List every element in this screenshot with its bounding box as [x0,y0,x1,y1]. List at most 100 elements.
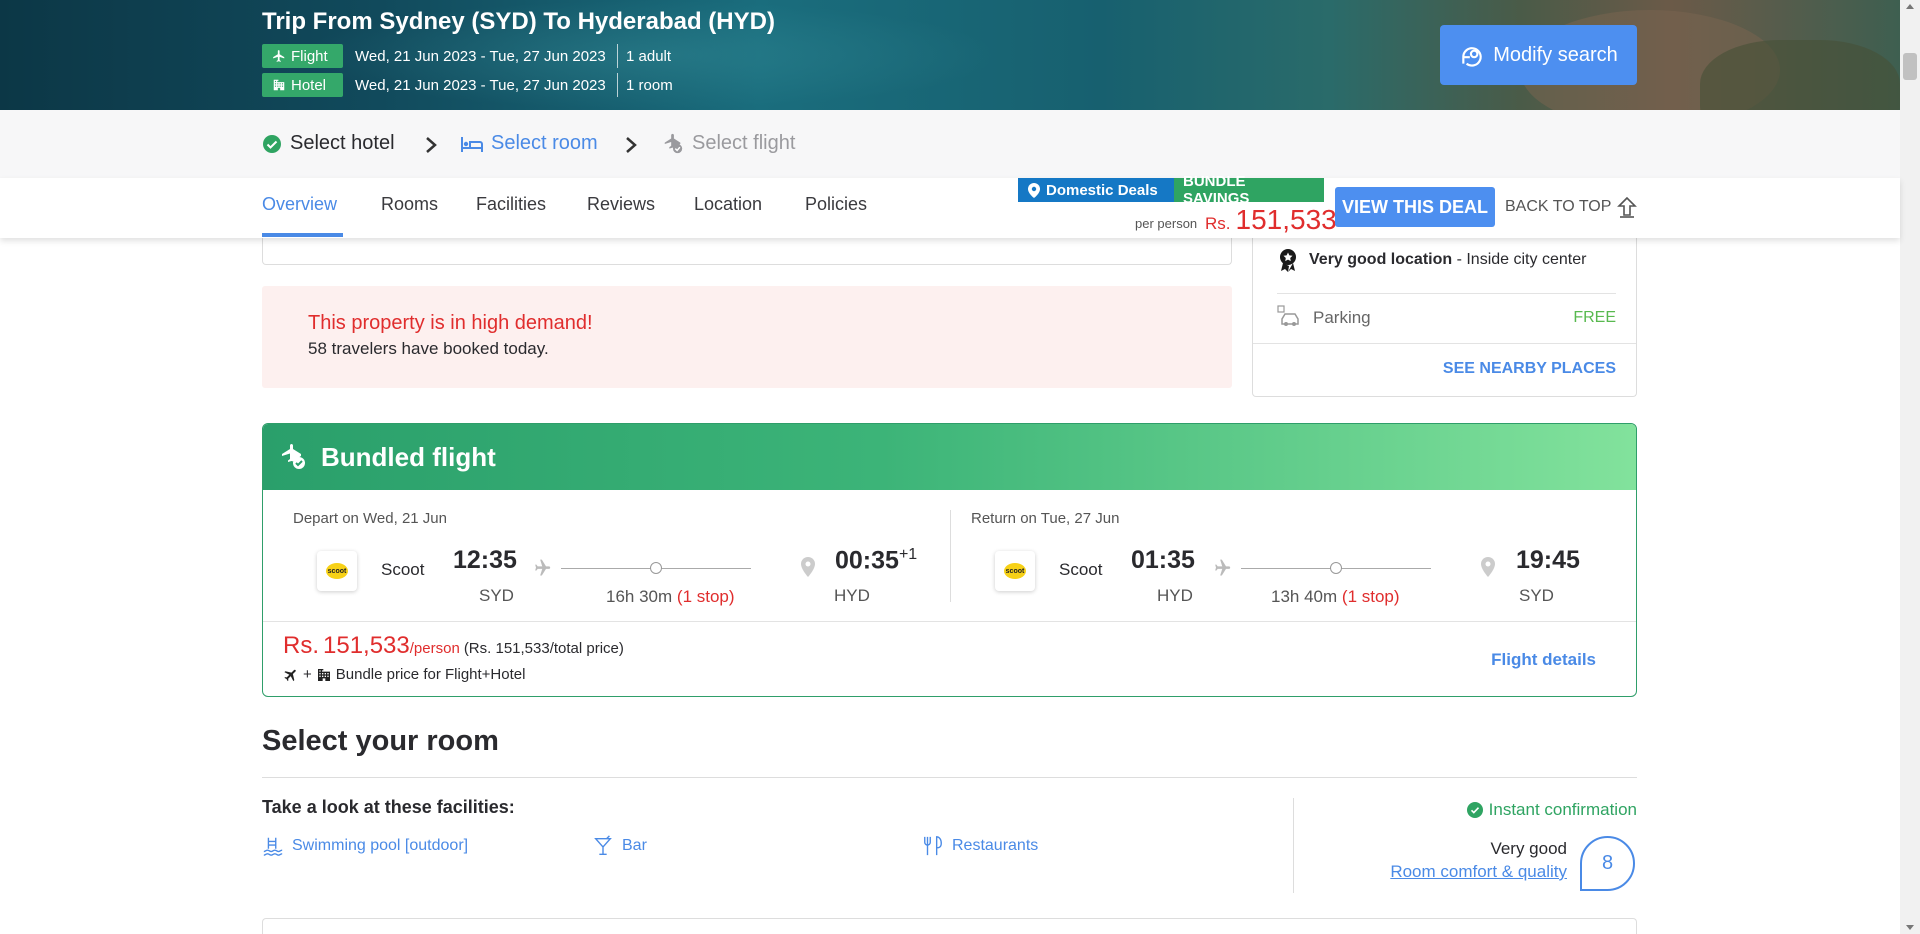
departure-time: 01:35 [1131,546,1195,574]
chevron-right-icon [426,137,437,153]
flight-duration: 13h 40m (1 stop) [1271,587,1400,607]
check-circle-icon [263,134,281,153]
rating-word: Very good [1490,839,1567,858]
price-currency: Rs. [1205,214,1231,233]
flight-duration-value: 16h 30m [606,587,673,606]
parking-car-icon [1277,305,1299,326]
bundle-price-total: (Rs. 151,533/total price) [463,640,624,657]
tab-rooms[interactable]: Rooms [381,194,438,215]
select-room-heading: Select your room [262,725,499,757]
high-demand-alert: This property is in high demand! 58 trav… [262,286,1232,388]
active-tab-indicator [262,233,343,237]
scroll-down-arrow-icon[interactable] [1906,925,1914,930]
step-label: Select flight [692,132,796,154]
bundled-flight-title: Bundled flight [321,441,496,472]
demand-headline: This property is in high demand! [308,312,593,334]
chevron-right-icon [626,137,637,153]
step-label: Select hotel [290,132,395,154]
hotel-dates: Wed, 21 Jun 2023 - Tue, 27 Jun 2023 [355,76,606,94]
check-circle-icon [1466,802,1483,818]
bundle-note-plus: + [303,666,312,683]
tab-facilities[interactable]: Facilities [476,194,546,215]
tab-overview[interactable]: Overview [262,194,337,215]
instant-confirmation-label: Instant confirmation [1488,800,1637,819]
flight-duration: 16h 30m (1 stop) [606,587,735,607]
plane-icon [273,50,285,62]
flight-legs: Depart on Wed, 21 Jun scoot Scoot 12:35 … [263,490,1636,622]
bundle-savings-badge: BUNDLE SAVINGS [1174,173,1324,207]
deal-badges: Domestic Deals BUNDLE SAVINGS [1018,173,1324,207]
divider [1293,798,1294,893]
room-card-top [262,918,1637,934]
flight-details-link[interactable]: Flight details [1491,650,1596,670]
step-select-hotel[interactable]: Select hotel [262,132,395,155]
demand-detail: 58 travelers have booked today. [308,339,549,359]
location-summary-card: Very good location - Inside city center … [1252,230,1637,397]
page-scrollbar[interactable] [1900,0,1920,934]
location-rating-text: Very good location - Inside city center [1309,251,1586,269]
demand-count: 58 [308,339,327,358]
flight-leg-depart: Depart on Wed, 21 Jun scoot Scoot 12:35 … [263,490,923,622]
step-select-room[interactable]: Select room [461,132,598,155]
location-rating-row: Very good location - Inside city center [1277,248,1586,272]
modify-search-button[interactable]: Modify search [1440,25,1637,85]
facility-restaurants[interactable]: Restaurants [922,835,1038,857]
flight-duration-value: 13h 40m [1271,587,1338,606]
bed-icon [461,136,483,152]
facilities-heading: Take a look at these facilities: [262,797,515,817]
scoot-logo-mark: scoot [1004,563,1026,579]
leg-heading: Return on Tue, 27 Jun [971,510,1120,527]
back-to-top-label: BACK TO TOP [1505,198,1612,215]
divider [617,73,618,97]
arrow-up-icon [1617,196,1638,218]
tab-reviews[interactable]: Reviews [587,194,655,215]
facility-swimming-pool[interactable]: Swimming pool [outdoor] [262,835,468,857]
booking-steps: Select hotel Select room Select flight [0,110,1900,178]
facility-bar[interactable]: Bar [592,835,647,857]
plane-check-icon [664,133,683,153]
scoot-logo-mark: scoot [326,563,348,579]
per-person-label: per person [1135,216,1198,231]
see-nearby-places-link[interactable]: SEE NEARBY PLACES [1443,360,1616,378]
tab-location[interactable]: Location [694,194,762,215]
bundled-flight-header: Bundled flight [263,424,1636,490]
departure-time: 12:35 [453,546,517,574]
plane-check-icon [282,444,305,469]
stop-marker [650,562,662,574]
step-select-flight[interactable]: Select flight [662,132,795,155]
flight-leg-return: Return on Tue, 27 Jun scoot Scoot 01:35 … [941,490,1601,622]
bundled-flight-card: Bundled flight Depart on Wed, 21 Jun sco… [262,423,1637,697]
location-rating-strong: Very good location [1309,251,1453,268]
view-deal-button[interactable]: VIEW THIS DEAL [1335,187,1495,227]
rating-score-badge: 8 [1580,836,1635,891]
plane-icon [284,669,296,681]
nav-price: Rs. 151,533 [1205,204,1337,236]
scoot-logo: scoot [317,551,357,591]
departure-airport: HYD [1157,586,1193,605]
back-to-top-link[interactable]: BACK TO TOP [1505,196,1638,218]
stop-marker [1330,562,1342,574]
scroll-thumb[interactable] [1903,53,1917,80]
divider [262,777,1637,778]
stop-count: (1 stop) [676,587,735,606]
parking-row: Parking FREE [1277,305,1616,331]
location-pin-icon [801,557,815,577]
arrival-airport: HYD [834,586,870,605]
demand-detail-text: travelers have booked today. [326,339,549,358]
facility-label: Bar [622,837,647,854]
hotel-summary-row: Hotel Wed, 21 Jun 2023 - Tue, 27 Jun 202… [262,73,673,97]
location-pin-icon [1028,182,1040,198]
cocktail-icon [594,835,612,855]
parking-label: Parking [1313,308,1371,327]
divider [1277,293,1616,294]
modify-search-label: Modify search [1493,43,1618,66]
tab-policies[interactable]: Policies [805,194,867,215]
award-badge-icon [1280,249,1296,272]
flight-dates: Wed, 21 Jun 2023 - Tue, 27 Jun 2023 [355,47,606,65]
scroll-up-arrow-icon[interactable] [1906,4,1914,9]
hotel-tag: Hotel [262,73,343,97]
room-comfort-link[interactable]: Room comfort & quality [1390,862,1567,882]
trip-title: Trip From Sydney (SYD) To Hyderabad (HYD… [262,8,775,35]
bundle-price-per: /person [409,640,460,657]
arrival-airport: SYD [1519,586,1554,605]
